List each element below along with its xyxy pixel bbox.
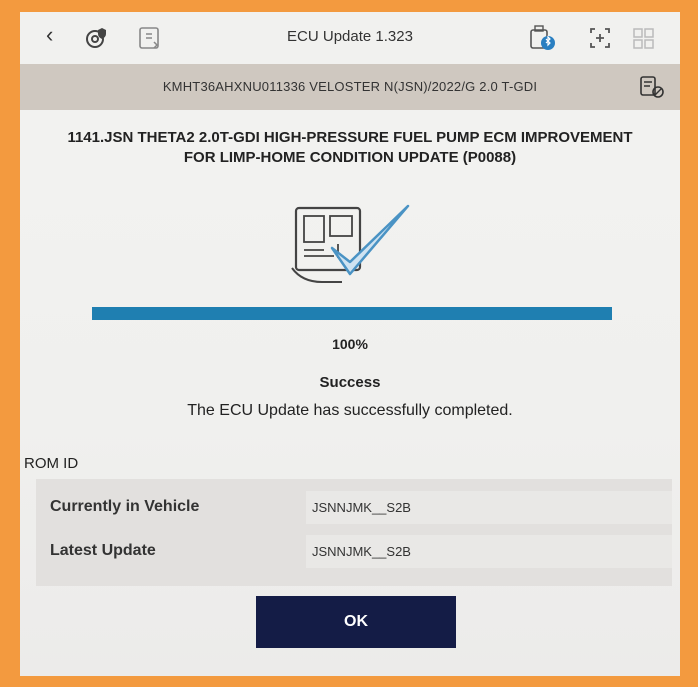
rom-id-table: Currently in Vehicle JSNNJMK__S2B Latest… xyxy=(36,479,672,586)
status-message: The ECU Update has successfully complete… xyxy=(187,402,513,419)
vehicle-info: KMHT36AHXNU011336 VELOSTER N(JSN)/2022/G… xyxy=(162,79,538,94)
status-text: Success xyxy=(319,374,381,391)
vehicle-info-bar: KMHT36AHXNU011336 VELOSTER N(JSN)/2022/G… xyxy=(20,64,680,110)
vci-bluetooth-icon[interactable] xyxy=(528,24,556,52)
progress-bar xyxy=(92,307,612,320)
top-toolbar: ‹ ECU Update 1.323 xyxy=(20,12,680,64)
rom-row-value: JSNNJMK__S2B xyxy=(306,491,672,524)
progress-fill xyxy=(92,307,612,320)
update-title-line-2: FOR LIMP-HOME CONDITION UPDATE (P0088) xyxy=(183,149,517,166)
ok-button[interactable]: OK xyxy=(256,596,456,648)
rom-row-value: JSNNJMK__S2B xyxy=(306,535,672,568)
update-title: 1141.JSN THETA2 2.0T-GDI HIGH-PRESSURE F… xyxy=(28,128,672,168)
rom-row-current: Currently in Vehicle JSNNJMK__S2B xyxy=(36,487,672,527)
window-title: ECU Update 1.323 xyxy=(287,28,413,45)
rom-row-label: Currently in Vehicle xyxy=(50,498,200,515)
expand-icon[interactable] xyxy=(586,24,614,52)
rom-id-heading: ROM ID xyxy=(24,455,79,472)
progress-percentage: 100% xyxy=(332,336,368,352)
update-title-line-1: 1141.JSN THETA2 2.0T-GDI HIGH-PRESSURE F… xyxy=(67,129,633,146)
rom-row-latest: Latest Update JSNNJMK__S2B xyxy=(36,531,672,571)
ecu-success-check-icon xyxy=(291,204,410,283)
device-screen: ‹ ECU Update 1.323 KMHT36AHXNU011336 VEL… xyxy=(20,12,680,676)
rom-row-label: Latest Update xyxy=(50,542,156,559)
vehicle-settings-icon[interactable] xyxy=(636,74,666,100)
apps-grid-icon[interactable] xyxy=(630,24,658,52)
